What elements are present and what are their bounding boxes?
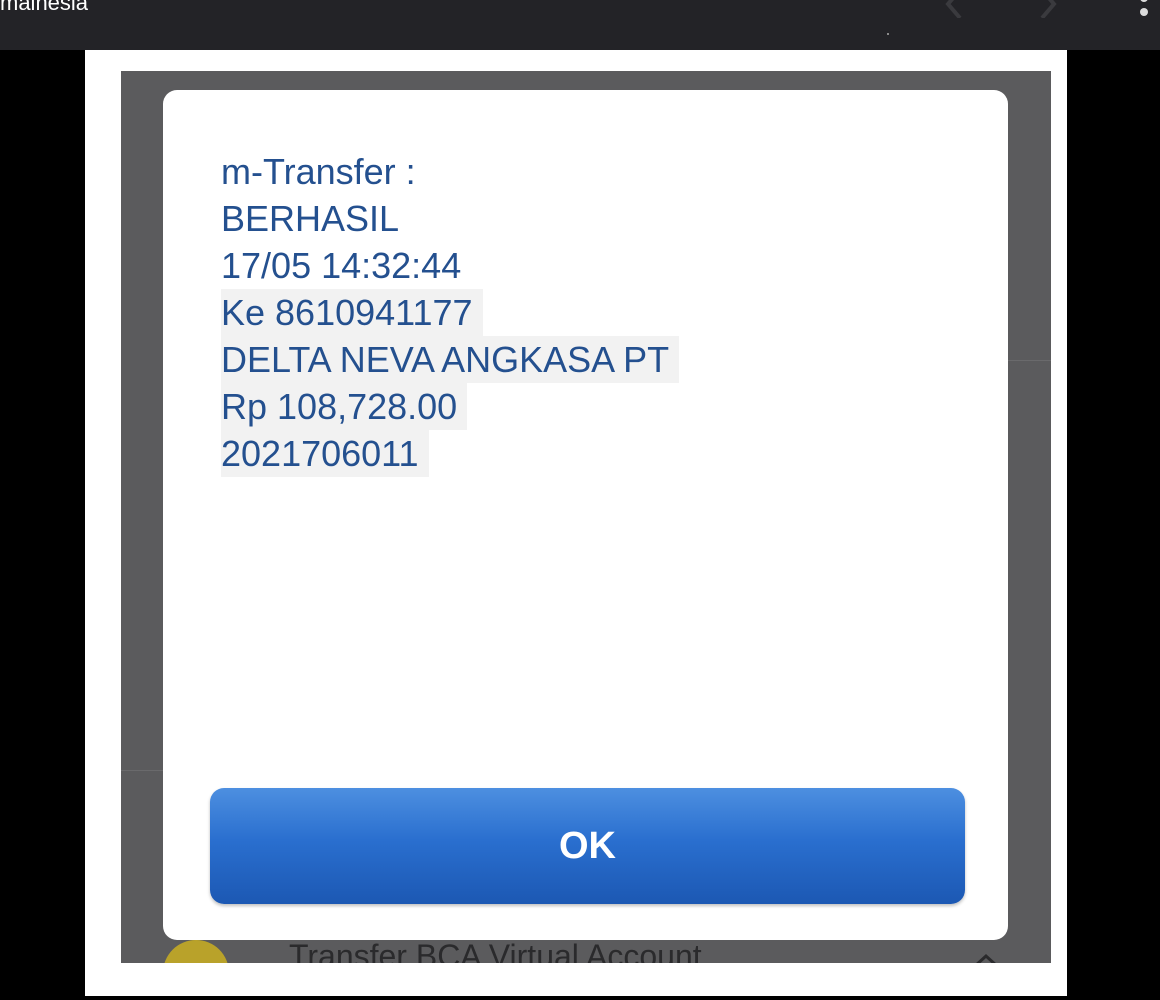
- message-header: m-Transfer :: [221, 151, 416, 192]
- destination-account: Ke 8610941177: [221, 289, 483, 336]
- transfer-status: BERHASIL: [221, 198, 400, 239]
- transfer-amount: Rp 108,728.00: [221, 383, 468, 430]
- chevron-up-icon: [976, 953, 996, 963]
- chevron-left-icon[interactable]: [930, 0, 970, 18]
- recipient-name: DELTA NEVA ANGKASA PT: [221, 336, 680, 383]
- background-divider: [1007, 360, 1051, 361]
- transfer-result-dialog: m-Transfer : BERHASIL 17/05 14:32:44 Ke …: [163, 90, 1008, 940]
- viewer-topbar: mainesia: [0, 0, 1160, 50]
- background-divider-left: [121, 770, 163, 771]
- transfer-message: m-Transfer : BERHASIL 17/05 14:32:44 Ke …: [221, 148, 680, 477]
- ok-button[interactable]: OK: [210, 788, 965, 904]
- background-list-item-label: Transfer BCA Virtual Account: [289, 938, 702, 963]
- more-vertical-icon[interactable]: [1132, 0, 1156, 18]
- topbar-dot: [887, 33, 889, 35]
- reference-number: 2021706011: [221, 430, 429, 477]
- chevron-right-icon[interactable]: [1030, 0, 1070, 18]
- viewer-title: mainesia: [0, 0, 89, 15]
- transfer-datetime: 17/05 14:32:44: [221, 245, 462, 286]
- bank-logo-icon: [163, 940, 229, 963]
